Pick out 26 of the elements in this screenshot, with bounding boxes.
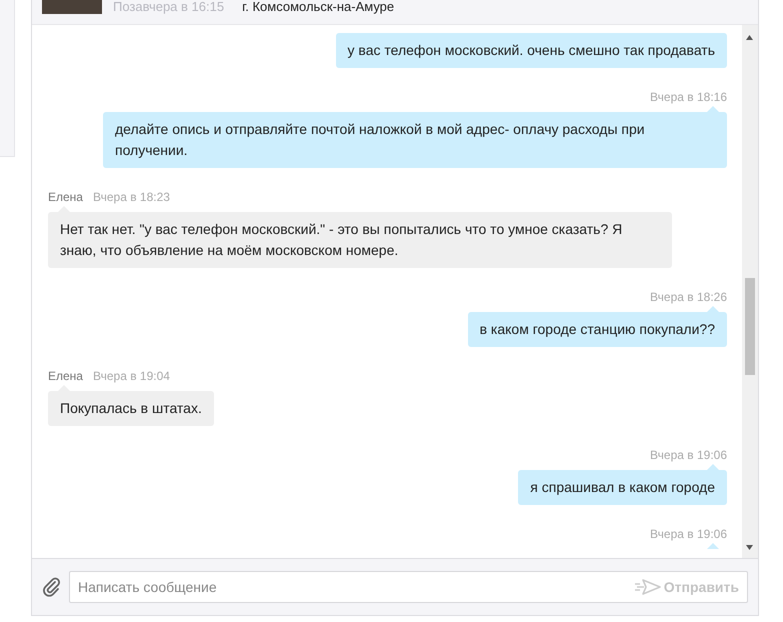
message-time: Вчера в 18:16	[650, 90, 727, 104]
message-bubble: у вас телефон московский. очень смешно так продавать	[336, 33, 727, 68]
message-time: Вчера в 18:23	[92, 190, 170, 204]
author-name: Елена	[48, 190, 83, 204]
location-text: г. Комсомольск-на-Амуре	[242, 0, 394, 13]
scroll-up-icon[interactable]	[746, 35, 753, 40]
author-name: Елена	[48, 369, 83, 383]
last-seen-time: Позавчера в 16:15	[113, 0, 224, 13]
message-bubble: делайте опись и отправляйте почтой наложкой в мой адрес- оплачу расходы при получении.	[103, 112, 727, 168]
bubble-tail	[707, 543, 719, 549]
message-time: Вчера в 19:06	[650, 448, 727, 462]
scroll-down-icon[interactable]	[746, 545, 753, 550]
send-icon	[634, 578, 662, 596]
message-time: Вчера в 19:04	[92, 369, 170, 383]
message-time: Вчера в 19:06	[650, 527, 727, 541]
message-bubble: я спрашивал в каком городе	[518, 470, 727, 505]
photo-placeholder	[42, 0, 102, 14]
paperclip-icon[interactable]	[42, 577, 62, 597]
message-input-field[interactable]: Написать сообщение Отправить	[69, 571, 748, 603]
message-time: Вчера в 18:26	[650, 290, 727, 304]
send-button[interactable]: Отправить	[630, 573, 747, 601]
scrollbar[interactable]	[742, 25, 758, 558]
message-bubble: в каком городе станцию покупали??	[468, 312, 727, 347]
scrollbar-thumb[interactable]	[745, 278, 755, 375]
message-bubble: Покупалась в штатах.	[48, 391, 214, 426]
message-bubble: Нет так нет. "у вас телефон московский." - это вы попытались что то умное сказать? Я знаю, что объявление на моём московском номере.	[48, 212, 672, 268]
